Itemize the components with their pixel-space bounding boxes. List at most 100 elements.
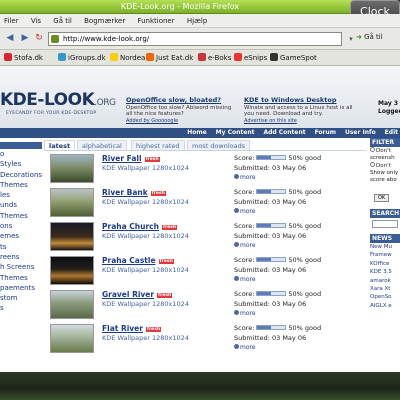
submitted-date: Submitted: 03 May 06	[234, 300, 307, 308]
filter-ok-button[interactable]: OK	[374, 194, 390, 202]
nav-my-content[interactable]: My Content	[216, 129, 255, 136]
menu-tools[interactable]: Funktioner	[137, 17, 174, 25]
tab-highest-rated[interactable]: highest rated	[131, 140, 185, 150]
sidebar-item[interactable]: Themes	[0, 273, 42, 283]
more-link[interactable]: more	[234, 208, 256, 215]
menu-view[interactable]: Vis	[31, 17, 41, 25]
entry-title-link[interactable]: River Bank fresh	[102, 188, 166, 197]
bookmark-item[interactable]: Stofa.dk	[4, 50, 43, 66]
entry-category-link[interactable]: KDE Wallpaper 1280x1024	[102, 266, 189, 274]
back-arrow-icon[interactable]: ◀	[3, 31, 17, 45]
sidebar-item[interactable]: Styles	[0, 159, 42, 169]
news-link[interactable]: amarok	[370, 277, 400, 285]
more-link[interactable]: more	[234, 242, 256, 249]
more-link[interactable]: more	[234, 276, 256, 283]
more-link[interactable]: more	[234, 344, 256, 351]
entry-title-link[interactable]: Flat River fresh	[102, 324, 162, 333]
news-link[interactable]: New Mu	[370, 243, 400, 251]
filter-option[interactable]: Don't	[370, 147, 400, 155]
sidebar-item[interactable]: unds	[0, 200, 42, 210]
entry-title-link[interactable]: Praha Church fresh	[102, 222, 178, 231]
news-link[interactable]: AIGLX e	[370, 302, 400, 310]
nav-home[interactable]: Home	[187, 129, 206, 136]
filter-option-text: screensh	[370, 155, 395, 161]
ad-title-link[interactable]: KDE to Windows Desktop	[244, 96, 356, 104]
nav-edit[interactable]: Edit	[385, 129, 398, 136]
filter-option[interactable]: Don't	[370, 162, 400, 170]
score-fill	[257, 326, 272, 329]
tab-most-downloads[interactable]: most downloads	[187, 140, 251, 150]
sidebar-item[interactable]: ts	[0, 242, 42, 252]
news-link[interactable]: KOffice	[370, 260, 400, 268]
entry-title-link[interactable]: River Fall fresh	[102, 154, 160, 163]
nav-user-info[interactable]: User Info	[345, 129, 376, 136]
bookmark-item[interactable]: iGroups.dk	[58, 50, 106, 66]
menu-file[interactable]: Filer	[4, 17, 19, 25]
entry-category-link[interactable]: KDE Wallpaper 1280x1024	[102, 334, 189, 342]
entry-title-link[interactable]: Gravel River fresh	[102, 290, 173, 299]
news-panel-title: NEWS	[370, 234, 400, 243]
ad-footer-link[interactable]: Added by Gooooogle	[126, 118, 238, 124]
wallpaper-thumbnail[interactable]	[50, 154, 94, 183]
menu-go[interactable]: Gå til	[53, 17, 72, 25]
more-link[interactable]: more	[234, 174, 256, 181]
forward-arrow-icon[interactable]: ▶	[18, 31, 32, 45]
sidebar-item[interactable]: s	[0, 303, 42, 313]
news-link[interactable]: KDE 3.5	[370, 268, 400, 276]
news-link[interactable]: Framew	[370, 251, 400, 259]
menu-bookmarks[interactable]: Bogmærker	[84, 17, 125, 25]
menu-help[interactable]: Hjælp	[187, 17, 207, 25]
sidebar-item[interactable]: h Screens	[0, 262, 42, 272]
nav-add-content[interactable]: Add Content	[263, 129, 305, 136]
site-logo[interactable]: KDE-LOOK.ORG	[0, 90, 116, 110]
sidebar-item[interactable]: Themes	[0, 211, 42, 221]
sidebar-item[interactable]: paements	[0, 283, 42, 293]
search-input[interactable]	[372, 220, 398, 228]
sidebar-item[interactable]: ons	[0, 221, 42, 231]
score-display: Score: 50% good	[234, 324, 322, 332]
sidebar-item[interactable]: stom	[0, 293, 42, 303]
entry-category-link[interactable]: KDE Wallpaper 1280x1024	[102, 198, 189, 206]
bookmark-item[interactable]: Just Eat.dk	[146, 50, 193, 66]
wallpaper-thumbnail[interactable]	[50, 256, 94, 285]
wallpaper-thumbnail[interactable]	[50, 188, 94, 217]
news-link[interactable]: Xara Xt	[370, 285, 400, 293]
entry-category-link[interactable]: KDE Wallpaper 1280x1024	[102, 164, 189, 172]
filter-checkbox[interactable]	[370, 162, 375, 167]
entry-category-link[interactable]: KDE Wallpaper 1280x1024	[102, 232, 189, 240]
sidebar-item[interactable]: Themes	[0, 180, 42, 190]
sidebar-item[interactable]: les	[0, 190, 42, 200]
tab-latest[interactable]: latest	[44, 140, 76, 150]
ad-footer-link[interactable]: Advertise on this site	[244, 118, 356, 124]
sidebar-item[interactable]: Decorations	[0, 170, 42, 180]
bookmark-item[interactable]: eSnips	[234, 50, 267, 66]
news-link[interactable]: OpenSo	[370, 293, 400, 301]
tab-alphabetical[interactable]: alphabetical	[77, 140, 127, 150]
ad-title-link[interactable]: OpenOffice slow, bloated?	[126, 96, 238, 104]
bookmark-icon	[234, 53, 242, 61]
nav-forum[interactable]: Forum	[315, 129, 336, 136]
submitted-date: Submitted: 03 May 06	[234, 266, 307, 274]
more-bullet-icon	[234, 276, 239, 281]
sidebar-item[interactable]: o	[0, 149, 42, 159]
sidebar-item[interactable]: reens	[0, 252, 42, 262]
more-link[interactable]: more	[234, 310, 256, 317]
reload-icon[interactable]: ↻	[32, 31, 46, 45]
score-fill	[257, 156, 272, 159]
fresh-badge: fresh	[144, 157, 160, 162]
score-display: Score: 50% good	[234, 290, 322, 298]
entry-title-link[interactable]: Praha Castle fresh	[102, 256, 174, 265]
url-field[interactable]: http://www.kde-look.org/	[48, 32, 342, 46]
bookmark-item[interactable]: Nordea	[110, 50, 145, 66]
score-fill	[257, 258, 272, 261]
filter-checkbox[interactable]	[370, 147, 375, 152]
go-button[interactable]: ➜ Gå til	[356, 33, 383, 41]
bookmarks-toolbar: Stofa.dk iGroups.dk Nordea Just Eat.dk e…	[0, 50, 400, 66]
wallpaper-thumbnail[interactable]	[50, 222, 94, 251]
wallpaper-thumbnail[interactable]	[50, 324, 94, 353]
entry-category-link[interactable]: KDE Wallpaper 1280x1024	[102, 300, 189, 308]
bookmark-item[interactable]: e-Boks	[198, 50, 231, 66]
bookmark-item[interactable]: GameSpot	[270, 50, 317, 66]
sidebar-item[interactable]: emes	[0, 231, 42, 241]
wallpaper-thumbnail[interactable]	[50, 290, 94, 319]
